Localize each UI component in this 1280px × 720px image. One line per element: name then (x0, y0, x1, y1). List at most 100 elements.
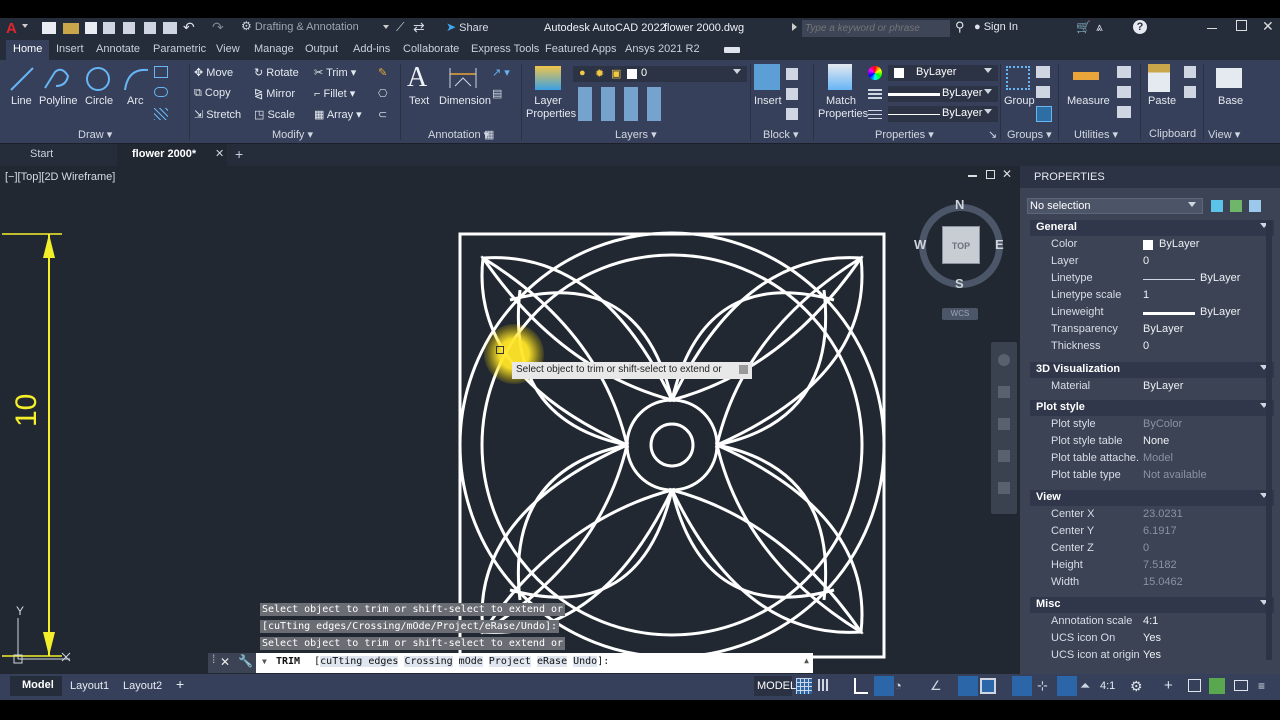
viewport-restore-icon[interactable] (986, 170, 995, 179)
select-objects-icon[interactable] (1230, 200, 1242, 212)
pan-icon[interactable] (998, 386, 1010, 398)
draw-panel-label[interactable]: Draw ▾ (78, 128, 112, 141)
quick-select-icon[interactable] (1249, 200, 1261, 212)
selection-dropdown[interactable]: No selection (1027, 198, 1203, 214)
linetype-dropdown[interactable]: ByLayer (888, 106, 998, 122)
measure-button[interactable]: Measure (1067, 95, 1110, 107)
rotate-button[interactable]: ↻ Rotate (254, 66, 299, 79)
isodraft-icon[interactable]: ◔ (894, 678, 902, 693)
panel-launcher-icon[interactable]: ↘ (988, 128, 997, 141)
active-document-tab[interactable]: flower 2000* ✕ (117, 144, 227, 166)
tooltip-options-icon[interactable] (739, 365, 748, 374)
tab-annotate[interactable]: Annotate (96, 43, 140, 55)
annotation-panel-label[interactable]: Annotation ▾ (428, 128, 489, 141)
block-panel-label[interactable]: Block ▾ (763, 128, 798, 141)
edit-block-icon[interactable] (786, 88, 798, 100)
lineweight-dropdown[interactable]: ByLayer (888, 86, 998, 102)
prop-row-lineweight[interactable]: Lineweight ByLayer (1030, 305, 1274, 322)
arc-button[interactable]: Arc (127, 95, 144, 107)
zoom-icon[interactable] (998, 418, 1010, 430)
new-file-icon[interactable] (42, 22, 56, 34)
layout2-tab[interactable]: Layout2 (123, 680, 162, 692)
cart-icon[interactable]: 🛒 (1076, 20, 1091, 34)
tab-output[interactable]: Output (305, 43, 338, 55)
layers-panel-label[interactable]: Layers ▾ (615, 128, 657, 141)
tab-add-ins[interactable]: Add-ins (353, 43, 390, 55)
base-button[interactable]: Base (1218, 95, 1243, 107)
layer-tools-icons[interactable] (578, 87, 668, 121)
grid-toggle-icon[interactable] (796, 678, 812, 694)
customize-menu-icon[interactable]: ≡ (1258, 679, 1265, 693)
app-menu-caret-icon[interactable] (22, 24, 28, 28)
tab-insert[interactable]: Insert (56, 43, 84, 55)
ungroup-icon[interactable] (1036, 66, 1050, 78)
annotation-monitor-icon[interactable]: + (1164, 677, 1173, 694)
open-web-icon[interactable] (123, 22, 135, 34)
create-block-icon[interactable] (786, 68, 798, 80)
prop-row-ucs-icon-origin[interactable]: UCS icon at origin Yes (1030, 648, 1274, 665)
search-expand-icon[interactable] (792, 23, 797, 31)
text-button[interactable]: Text (409, 95, 429, 107)
color-wheel-icon[interactable] (868, 66, 882, 80)
tab-close-icon[interactable]: ✕ (215, 147, 224, 160)
model-tab[interactable]: Model (10, 676, 62, 696)
clean-screen-icon[interactable] (1234, 680, 1248, 691)
prop-row-material[interactable]: Material ByLayer (1030, 379, 1274, 396)
plot-icon[interactable] (163, 22, 177, 34)
autocad-logo-icon[interactable]: A (6, 20, 17, 37)
minimize-icon[interactable] (1207, 28, 1217, 29)
id-point-icon[interactable] (1117, 106, 1131, 118)
command-line-input[interactable]: ▼ TRIM [cuTting edges Crossing mOde Proj… (256, 653, 813, 673)
properties-scrollbar[interactable] (1266, 220, 1272, 660)
help-icon[interactable]: ? (1133, 20, 1147, 34)
vertical-dimension[interactable] (0, 226, 70, 666)
save-as-icon[interactable] (103, 22, 115, 34)
utilities-panel-label[interactable]: Utilities ▾ (1074, 128, 1118, 141)
prop-row-plot-style-table[interactable]: Plot style table None (1030, 434, 1274, 451)
annotation-scale[interactable]: 4:1 (1100, 680, 1115, 692)
color-dropdown[interactable]: ByLayer (888, 65, 998, 81)
prop-row-center-y[interactable]: Center Y 6.1917 (1030, 524, 1274, 541)
customize-wrench-icon[interactable]: 🔧 (238, 654, 253, 668)
start-tab[interactable]: Start (30, 148, 53, 160)
layer-dropdown[interactable]: ● ✹ ▣ 0 (573, 66, 747, 82)
lineweight-display-icon[interactable] (980, 678, 996, 694)
undo-icon[interactable]: ↶ (183, 19, 195, 36)
polar-tracking-icon[interactable] (874, 676, 894, 696)
tab-express-tools[interactable]: Express Tools (471, 43, 539, 55)
scale-button[interactable]: ◳ Scale (254, 108, 295, 121)
properties-panel-label[interactable]: Properties ▾ (875, 128, 934, 141)
drawing-viewport[interactable]: [−][Top][2D Wireframe] ✕ Select object t… (0, 166, 1020, 674)
polyline-tool-icon[interactable]: ⟋ (396, 20, 404, 35)
prop-row-linetype[interactable]: Linetype ByLayer (1030, 271, 1274, 288)
save-web-icon[interactable] (144, 22, 156, 34)
dimension-button[interactable]: Dimension (439, 95, 491, 107)
groups-panel-label[interactable]: Groups ▾ (1007, 128, 1052, 141)
viewport-minimize-icon[interactable] (968, 175, 977, 177)
tab-collaborate[interactable]: Collaborate (403, 43, 459, 55)
save-icon[interactable] (85, 22, 97, 34)
option-cutting-edges[interactable]: cuTting edges (320, 656, 399, 667)
rectangle-icon[interactable] (154, 66, 168, 78)
showmotion-icon[interactable] (998, 482, 1010, 494)
prop-row-ucs-icon-on[interactable]: UCS icon On Yes (1030, 631, 1274, 648)
mirror-button[interactable]: ⧎ Mirror (254, 87, 295, 100)
hatch-icon[interactable] (154, 108, 168, 120)
tab-home[interactable]: Home (6, 40, 50, 60)
section-plot-style[interactable]: Plot style (1030, 400, 1274, 416)
prop-row-annotation-scale[interactable]: Annotation scale 4:1 (1030, 614, 1274, 631)
viewport-close-icon[interactable]: ✕ (1002, 167, 1012, 181)
wcs-menu[interactable]: WCS (942, 308, 978, 320)
match-properties-button[interactable]: Match Properties (818, 95, 868, 121)
option-undo[interactable]: Undo (573, 656, 598, 667)
search-input[interactable] (802, 20, 950, 37)
group-selection-icon[interactable] (1036, 106, 1052, 122)
history-expand-icon[interactable]: ▲ (804, 656, 809, 665)
tab-view[interactable]: View (216, 43, 240, 55)
section-view[interactable]: View (1030, 490, 1274, 506)
prop-row-center-z[interactable]: Center Z 0 (1030, 541, 1274, 558)
lineweight-icon[interactable] (868, 89, 882, 99)
autodesk-a360-icon[interactable]: ⩓ (1096, 20, 1103, 35)
recent-commands-caret-icon[interactable]: ▼ (262, 657, 267, 666)
open-folder-icon[interactable] (63, 23, 79, 34)
